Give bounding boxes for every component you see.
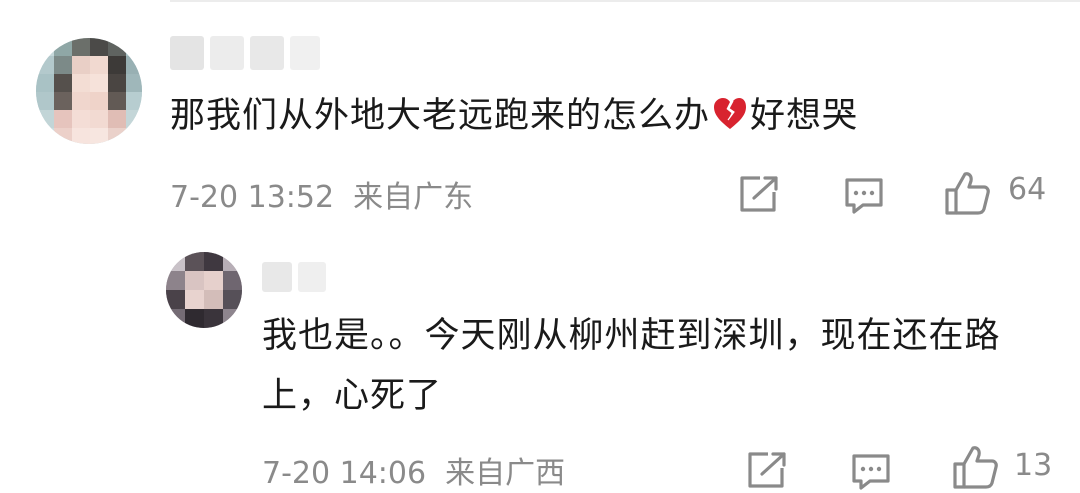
divider: [170, 0, 1080, 2]
username-blurred[interactable]: [170, 36, 320, 70]
comment-meta: 7-20 13:52 来自广东: [170, 172, 473, 216]
broken-heart-icon: [714, 98, 747, 129]
like-count: 64: [1008, 172, 1047, 207]
reply-meta: 7-20 14:06 来自广西: [262, 448, 565, 492]
comment-time: 7-20 13:52: [170, 180, 335, 215]
like-icon[interactable]: [944, 170, 992, 216]
avatar[interactable]: [36, 38, 142, 144]
comment-icon[interactable]: [850, 452, 892, 492]
avatar[interactable]: [166, 252, 242, 328]
reply-text: 我也是。。今天刚从柳州赶到深圳，现在还在路上，心死了: [262, 316, 1001, 416]
share-icon[interactable]: [738, 174, 780, 214]
reply-location: 来自广西: [445, 456, 566, 491]
like-count: 13: [1014, 448, 1053, 483]
comment-icon[interactable]: [843, 176, 885, 216]
comment-location: 来自广东: [353, 180, 474, 215]
comment-text: 那我们从外地大老远跑来的怎么办 好想哭: [170, 96, 859, 136]
share-icon[interactable]: [746, 450, 788, 490]
username-blurred[interactable]: [262, 262, 326, 292]
like-icon[interactable]: [952, 444, 1000, 490]
reply-time: 7-20 14:06: [262, 456, 427, 491]
